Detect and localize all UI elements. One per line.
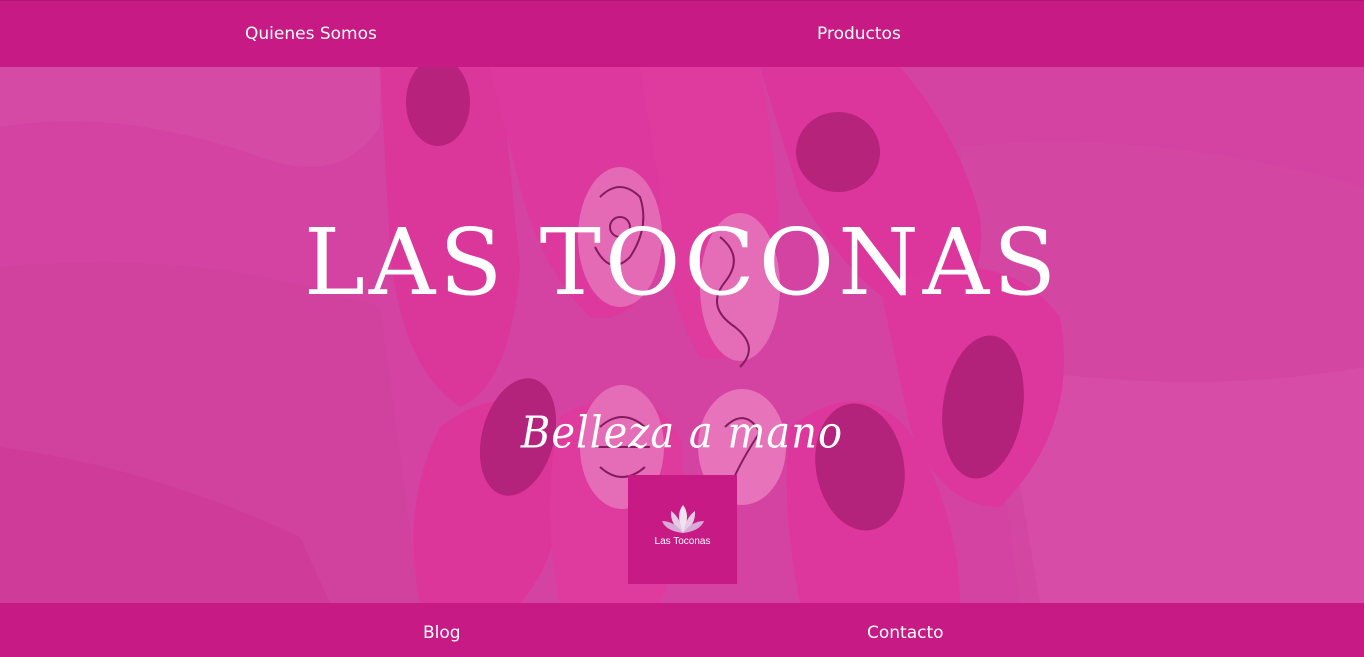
hero-subtitle: Belleza a mano (520, 407, 844, 459)
nav-link-contacto[interactable]: Contacto (867, 623, 944, 643)
nav-link-blog[interactable]: Blog (423, 623, 461, 643)
nav-link-productos[interactable]: Productos (817, 24, 901, 44)
bottom-navigation-bar: Blog Contacto (0, 603, 1364, 657)
top-navigation-bar: Quienes Somos Productos (0, 0, 1364, 67)
lotus-icon (662, 505, 704, 533)
brand-logo[interactable]: Las Toconas (628, 475, 737, 584)
logo-text: Las Toconas (654, 536, 711, 547)
hero-title: LAS TOCONAS (303, 209, 1061, 316)
nav-link-quienes-somos[interactable]: Quienes Somos (245, 24, 377, 44)
